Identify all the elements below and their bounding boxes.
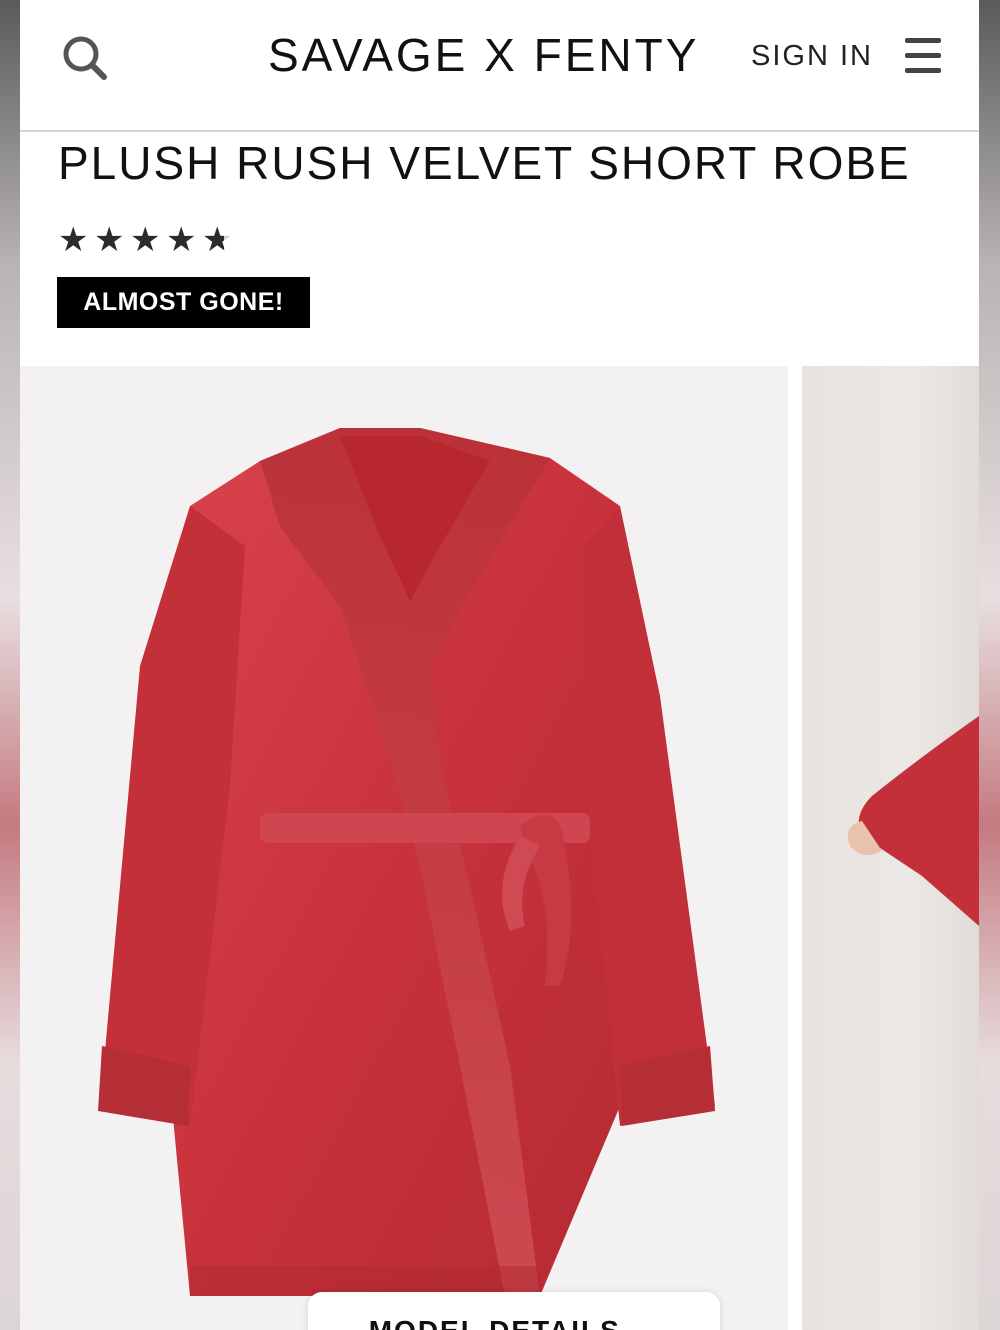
star-icon: ★ xyxy=(58,221,89,259)
product-title: PLUSH RUSH VELVET SHORT ROBE xyxy=(58,137,911,189)
status-badge: ALMOST GONE! xyxy=(57,277,310,328)
product-page: SAVAGE X FENTY SIGN IN PLUSH RUSH VELVET… xyxy=(20,0,979,1330)
brand-logo[interactable]: SAVAGE X FENTY xyxy=(268,28,699,82)
model-details-label: MODEL DETAILS xyxy=(369,1315,621,1330)
star-icon: ★ xyxy=(130,221,161,259)
star-icon: ★ xyxy=(94,221,125,259)
search-icon[interactable] xyxy=(60,33,110,83)
site-header: SAVAGE X FENTY SIGN IN xyxy=(20,0,979,132)
half-star-icon: ★ ★ xyxy=(202,221,233,259)
star-icon: ★ xyxy=(166,221,197,259)
star-fill: ★ xyxy=(202,221,225,259)
hamburger-menu-icon[interactable] xyxy=(905,38,941,76)
sign-in-link[interactable]: SIGN IN xyxy=(751,40,873,73)
chevron-down-icon: ⌄ xyxy=(641,1320,659,1330)
robe-illustration xyxy=(98,428,715,1296)
product-image-second[interactable] xyxy=(802,366,979,1330)
rating-stars[interactable]: ★ ★ ★ ★ ★ ★ xyxy=(58,220,234,260)
robe-sleeve-illustration xyxy=(847,716,979,926)
model-details-button[interactable]: MODEL DETAILS ⌄ xyxy=(308,1292,720,1330)
product-image-main[interactable] xyxy=(20,366,788,1330)
